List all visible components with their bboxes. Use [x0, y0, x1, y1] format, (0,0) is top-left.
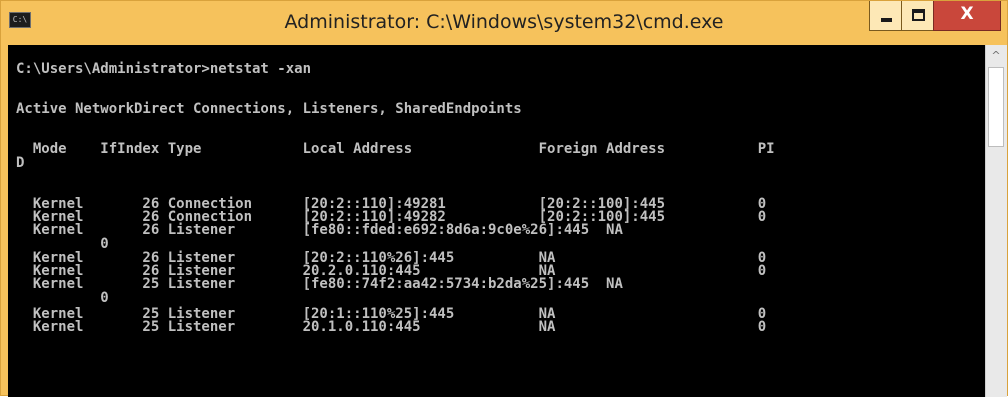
maximize-icon — [912, 9, 925, 21]
output-row: Kernel 25 Listener 20.1.0.110:445 NA 0 — [16, 319, 767, 335]
window-title: Administrator: C:\Windows\system32\cmd.e… — [284, 11, 724, 33]
output-row: Kernel 25 Listener [fe80::74f2:aa42:5734… — [16, 276, 623, 292]
minimize-button[interactable] — [869, 1, 902, 31]
vertical-scrollbar[interactable]: ^ — [985, 45, 1007, 397]
command-prompt-line: C:\Users\Administrator>netstat -xan — [16, 61, 312, 77]
output-heading: Active NetworkDirect Connections, Listen… — [16, 101, 522, 117]
minimize-icon — [881, 18, 892, 22]
scroll-up-arrow-icon[interactable]: ^ — [989, 48, 1003, 64]
maximize-button[interactable] — [901, 1, 934, 31]
close-button[interactable]: X — [933, 1, 1001, 31]
close-icon: X — [960, 4, 974, 24]
scrollbar-thumb[interactable] — [988, 67, 1004, 147]
column-header-wrap: D — [16, 155, 25, 171]
output-row-wrap: 0 — [16, 290, 109, 306]
column-header-line: Mode IfIndex Type Local Address Foreign … — [16, 141, 775, 157]
output-row: Kernel 26 Listener [fe80::fded:e692:8d6a… — [16, 222, 623, 238]
console-output[interactable]: C:\Users\Administrator>netstat -xan Acti… — [8, 45, 985, 397]
output-row-wrap: 0 — [16, 236, 109, 252]
title-bar[interactable]: C:\ Administrator: C:\Windows\system32\c… — [1, 1, 1007, 45]
cmd-window: C:\ Administrator: C:\Windows\system32\c… — [0, 0, 1008, 397]
